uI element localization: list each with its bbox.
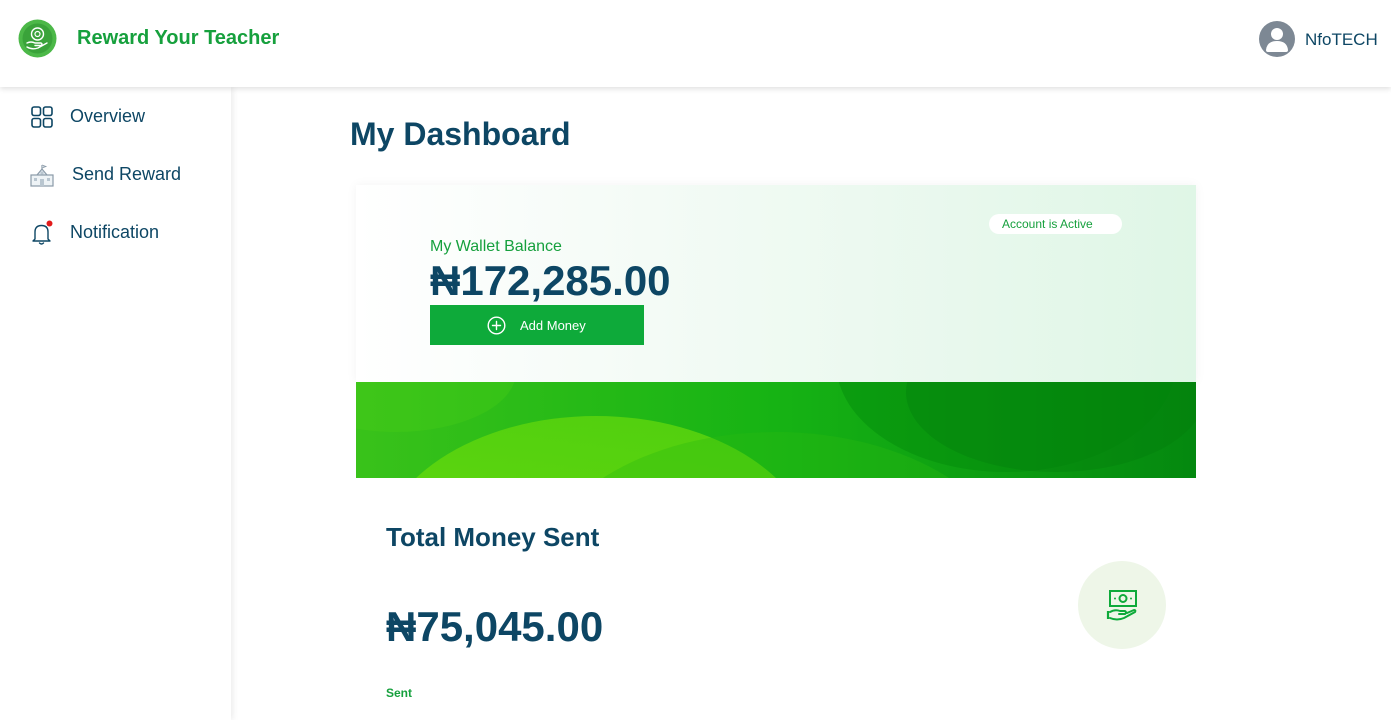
sidebar-item-send-reward[interactable]: Send Reward (0, 154, 231, 194)
bell-icon (29, 220, 55, 246)
sidebar-item-notification[interactable]: Notification (0, 212, 231, 252)
decorative-banner (356, 382, 1196, 478)
logo-icon (18, 19, 57, 58)
total-sent-title: Total Money Sent (386, 522, 600, 552)
grid-icon (29, 104, 55, 130)
account-status-badge: Account is Active (989, 214, 1122, 234)
wallet-card: Account is Active My Wallet Balance ₦172… (356, 185, 1196, 382)
notification-dot (46, 220, 53, 227)
sidebar-nav: Overview Send Reward Notification (0, 87, 231, 720)
avatar-icon (1259, 21, 1295, 57)
sidebar-item-label: Send Reward (72, 164, 182, 184)
add-money-button[interactable]: Add Money (430, 305, 644, 345)
school-building-icon (29, 162, 55, 188)
sidebar-item-overview[interactable]: Overview (0, 96, 231, 136)
total-sent-amount: ₦75,045.00 (386, 603, 604, 650)
wallet-balance-label: My Wallet Balance (430, 238, 562, 255)
brand-name[interactable]: Reward Your Teacher (77, 27, 279, 50)
cash-hand-icon (1106, 590, 1137, 621)
total-sent-caption: Sent (386, 686, 413, 700)
app-logo[interactable] (18, 19, 57, 58)
wallet-balance-amount: ₦172,285.00 (430, 257, 671, 304)
top-header: Reward Your Teacher NfoTECH (0, 0, 1391, 87)
username[interactable]: NfoTECH (1305, 30, 1378, 50)
cash-hand-badge (1078, 561, 1166, 649)
sidebar-item-label: Overview (70, 106, 146, 126)
sidebar-item-label: Notification (70, 222, 160, 242)
page-title: My Dashboard (350, 116, 571, 152)
add-money-label: Add Money (520, 318, 586, 333)
plus-circle-icon (487, 316, 506, 335)
user-avatar[interactable] (1259, 21, 1295, 57)
